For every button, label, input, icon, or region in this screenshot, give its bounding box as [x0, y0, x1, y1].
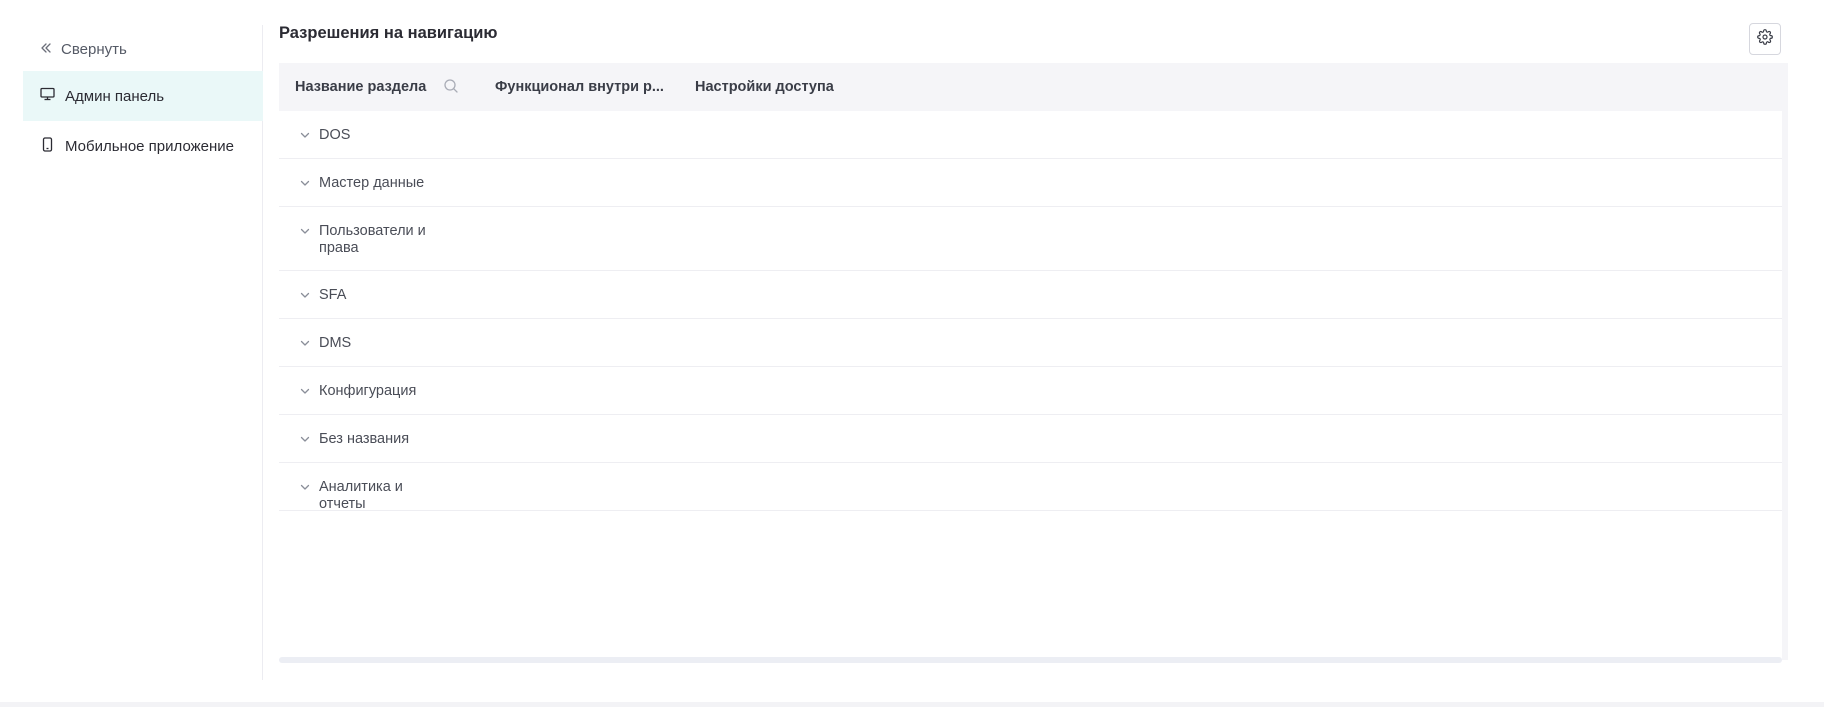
sidebar-item-label: Админ панель — [65, 87, 165, 105]
chevron-down-icon[interactable] — [298, 288, 312, 302]
row-label: Аналитика и отчеты — [319, 479, 403, 512]
table-row[interactable]: SFA — [279, 271, 1782, 319]
horizontal-scrollbar[interactable] — [279, 657, 1782, 663]
settings-button[interactable] — [1749, 23, 1781, 55]
page-title: Разрешения на навигацию — [279, 24, 498, 42]
row-label: Конфигурация — [319, 383, 417, 399]
search-icon[interactable] — [443, 78, 461, 96]
row-label: Без названия — [319, 431, 410, 447]
sidebar-item-mobile-app[interactable]: Мобильное приложение — [23, 121, 263, 171]
table-header: Название раздела Функционал внутри р... … — [279, 63, 1788, 111]
table-row[interactable]: Конфигурация — [279, 367, 1782, 415]
table-row[interactable]: Без названия — [279, 415, 1782, 463]
table-body: DOS Мастер данные Пользователи и права S… — [279, 111, 1782, 656]
row-label: Мастер данные — [319, 175, 425, 191]
chevron-down-icon[interactable] — [298, 128, 312, 142]
chevron-down-icon[interactable] — [298, 336, 312, 350]
table-row[interactable]: Пользователи и права — [279, 207, 1782, 271]
row-label: DMS — [319, 335, 352, 351]
column-header-functional[interactable]: Функционал внутри р... — [495, 63, 665, 111]
double-chevron-left-icon — [40, 41, 52, 58]
app-window: Свернуть Админ панель Мобильное приложен… — [0, 0, 1824, 702]
table-row[interactable]: Аналитика и отчеты — [279, 463, 1782, 512]
sidebar-item-label: Мобильное приложение — [65, 137, 234, 155]
chevron-down-icon[interactable] — [298, 432, 312, 446]
chevron-down-icon[interactable] — [298, 224, 312, 238]
chevron-down-icon[interactable] — [298, 176, 312, 190]
collapse-button[interactable]: Свернуть — [40, 37, 127, 61]
row-label: SFA — [319, 287, 347, 303]
table-row[interactable]: Мастер данные — [279, 159, 1782, 207]
gear-icon — [1757, 28, 1773, 50]
monitor-icon — [40, 87, 55, 105]
smartphone-icon — [40, 136, 55, 156]
table-row[interactable]: DOS — [279, 111, 1782, 159]
sidebar: Свернуть Админ панель Мобильное приложен… — [23, 25, 263, 680]
table-row[interactable]: DMS — [279, 319, 1782, 367]
column-header-access[interactable]: Настройки доступа — [695, 63, 895, 111]
sidebar-item-admin-panel[interactable]: Админ панель — [23, 71, 263, 121]
collapse-label: Свернуть — [61, 40, 127, 58]
chevron-down-icon[interactable] — [298, 384, 312, 398]
vertical-scrollbar[interactable] — [1782, 111, 1788, 660]
chevron-down-icon[interactable] — [298, 480, 312, 494]
row-label: DOS — [319, 127, 351, 143]
permissions-table: Название раздела Функционал внутри р... … — [279, 63, 1788, 663]
row-label: Пользователи и права — [319, 223, 426, 256]
